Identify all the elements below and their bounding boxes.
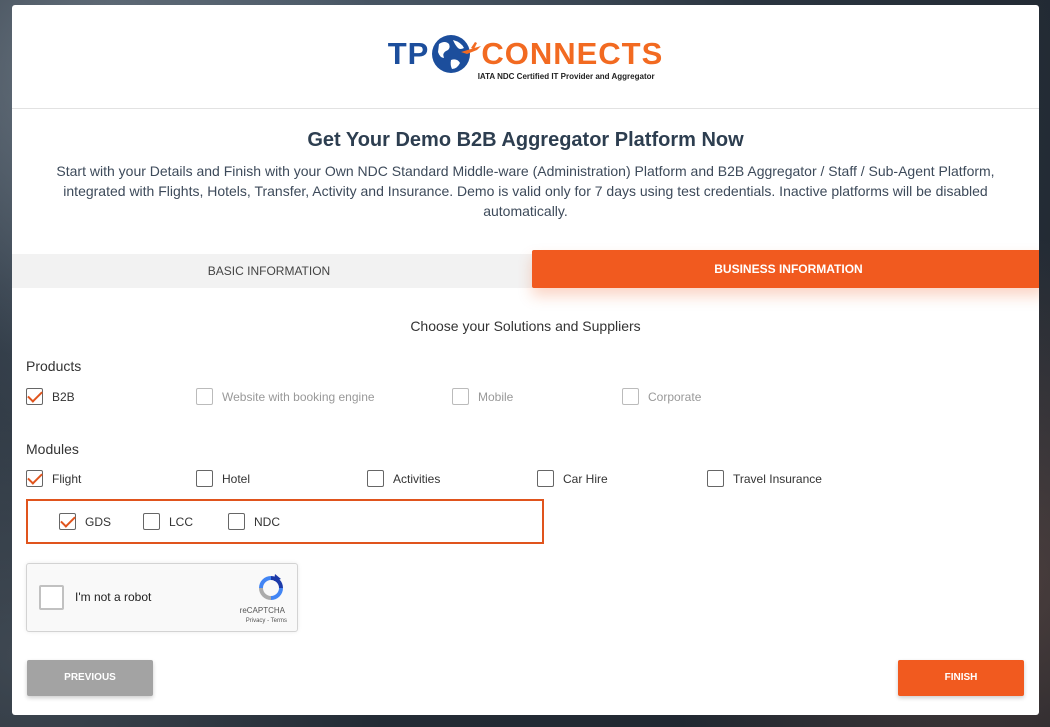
module-activities-checkbox[interactable]: Activities bbox=[367, 470, 440, 487]
recaptcha-checkbox[interactable] bbox=[39, 585, 64, 610]
previous-button[interactable]: PREVIOUS bbox=[27, 660, 153, 696]
section-subtitle: Choose your Solutions and Suppliers bbox=[410, 318, 641, 334]
checkbox-icon bbox=[707, 470, 724, 487]
recaptcha-widget: I'm not a robot reCAPTCHA Privacy - Term… bbox=[26, 563, 298, 632]
supplier-gds-checkbox[interactable]: GDS bbox=[59, 513, 111, 530]
recaptcha-label: I'm not a robot bbox=[75, 590, 152, 604]
tab-business-information[interactable]: BUSINESS INFORMATION bbox=[532, 250, 1039, 288]
checkbox-icon bbox=[196, 470, 213, 487]
logo-text-tp: TP bbox=[387, 36, 430, 71]
logo-tagline: IATA NDC Certified IT Provider and Aggre… bbox=[477, 72, 655, 81]
recaptcha-brand: reCAPTCHA bbox=[239, 606, 285, 615]
tpconnects-logo: TP CONNECTS IATA NDC Certified IT Provid… bbox=[388, 32, 664, 81]
checkbox-icon bbox=[367, 470, 384, 487]
modules-label: Modules bbox=[26, 441, 79, 457]
checkbox-icon bbox=[537, 470, 554, 487]
module-hotel-checkbox[interactable]: Hotel bbox=[196, 470, 250, 487]
demo-form-card: TP CONNECTS IATA NDC Certified IT Provid… bbox=[12, 5, 1039, 715]
tab-basic-information[interactable]: BASIC INFORMATION bbox=[12, 254, 526, 288]
checkbox-icon bbox=[622, 388, 639, 405]
recaptcha-icon bbox=[259, 574, 283, 600]
form-tabs: BASIC INFORMATION BUSINESS INFORMATION bbox=[12, 250, 1039, 288]
checkbox-icon bbox=[228, 513, 245, 530]
product-website-checkbox[interactable]: Website with booking engine bbox=[196, 388, 375, 405]
checkbox-checked-icon bbox=[59, 513, 76, 530]
product-b2b-checkbox[interactable]: B2B bbox=[26, 388, 75, 405]
logo-text-connects: CONNECTS bbox=[481, 36, 664, 71]
header: TP CONNECTS IATA NDC Certified IT Provid… bbox=[12, 5, 1039, 109]
module-car-hire-checkbox[interactable]: Car Hire bbox=[537, 470, 608, 487]
module-flight-checkbox[interactable]: Flight bbox=[26, 470, 81, 487]
module-travel-insurance-checkbox[interactable]: Travel Insurance bbox=[707, 470, 822, 487]
page-title: Get Your Demo B2B Aggregator Platform No… bbox=[307, 129, 744, 151]
checkbox-checked-icon bbox=[26, 470, 43, 487]
supplier-ndc-checkbox[interactable]: NDC bbox=[228, 513, 280, 530]
page-description: Start with your Details and Finish with … bbox=[56, 163, 995, 219]
finish-button[interactable]: FINISH bbox=[898, 660, 1024, 696]
checkbox-checked-icon bbox=[26, 388, 43, 405]
checkbox-icon bbox=[452, 388, 469, 405]
checkbox-icon bbox=[196, 388, 213, 405]
products-label: Products bbox=[26, 358, 82, 374]
product-corporate-checkbox[interactable]: Corporate bbox=[622, 388, 701, 405]
globe-plane-icon bbox=[432, 35, 482, 73]
product-mobile-checkbox[interactable]: Mobile bbox=[452, 388, 513, 405]
recaptcha-privacy-terms[interactable]: Privacy - Terms bbox=[246, 618, 287, 624]
supplier-lcc-checkbox[interactable]: LCC bbox=[143, 513, 193, 530]
checkbox-icon bbox=[143, 513, 160, 530]
